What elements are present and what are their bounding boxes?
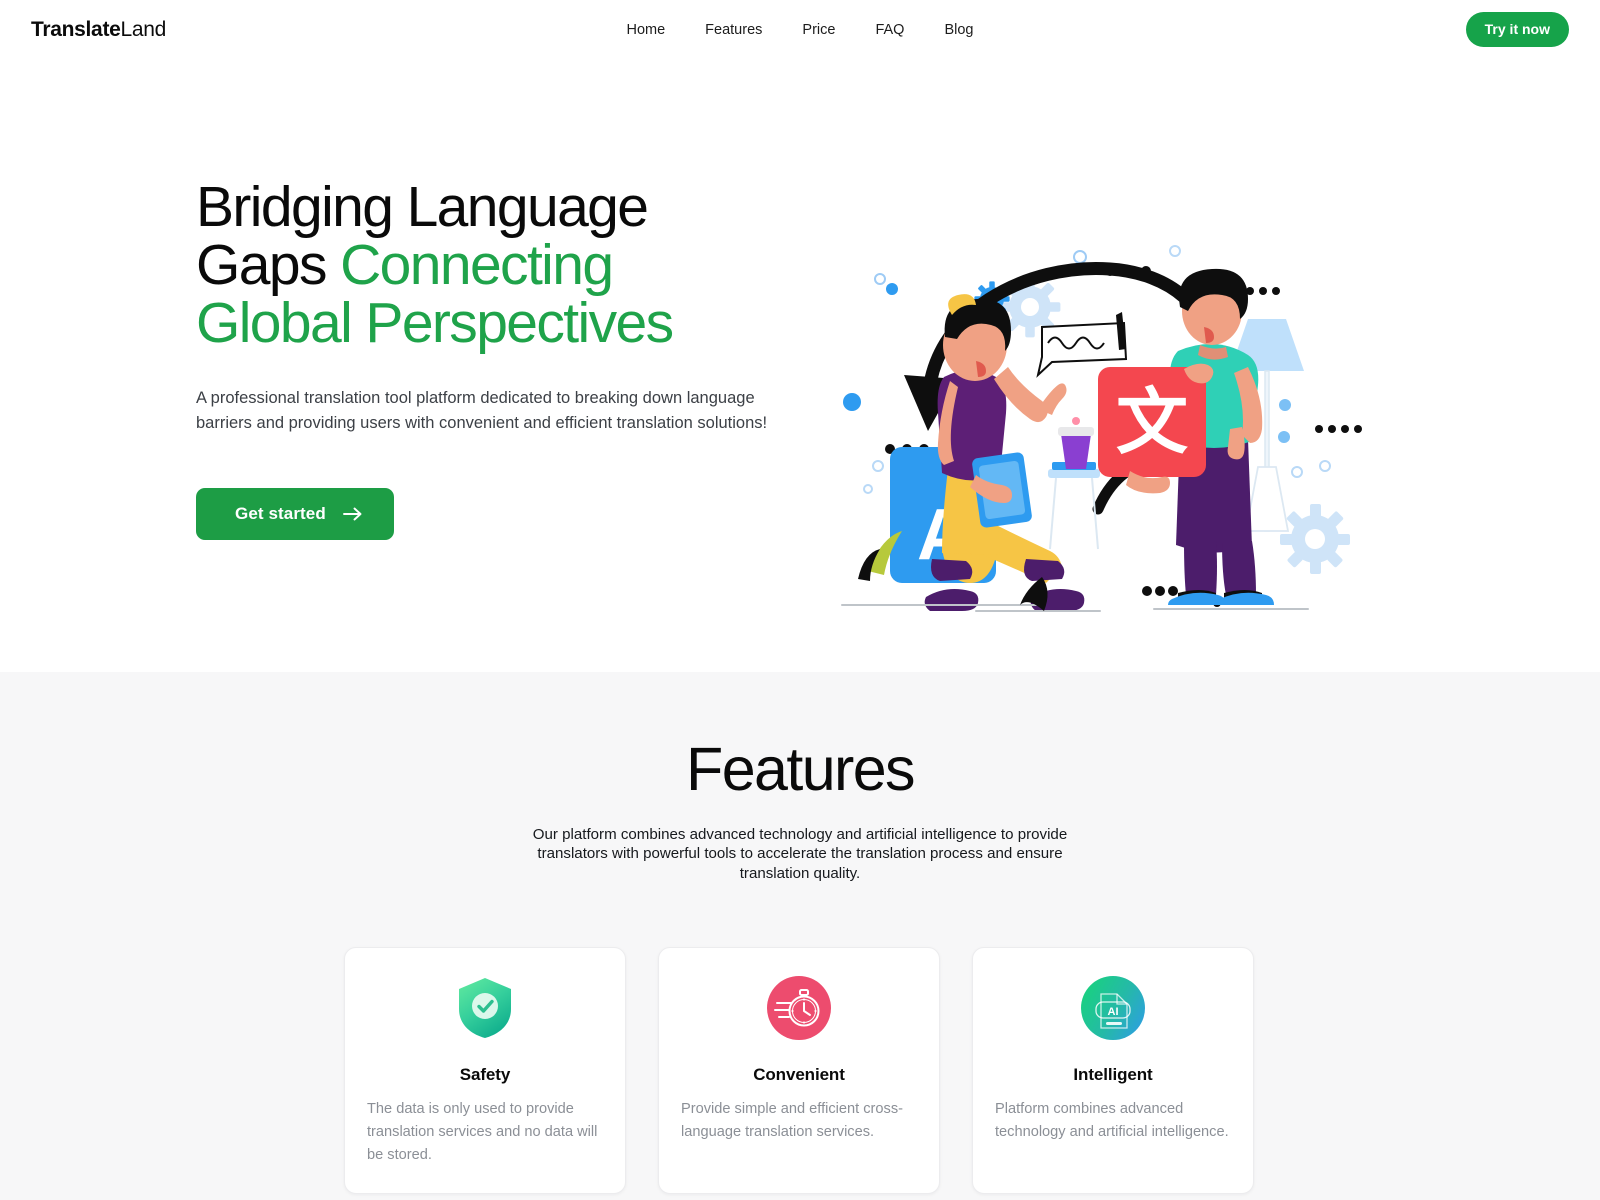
feature-icon-wrap: AI: [993, 975, 1233, 1045]
hero-illustration: A: [780, 219, 1370, 612]
arrow-right-icon: [342, 506, 363, 522]
ai-document-icon: AI: [1081, 975, 1145, 1045]
main-navigation: Home Features Price FAQ Blog: [0, 0, 1600, 59]
logo-text-strong: Translate: [31, 17, 121, 41]
hero-section: Bridging Language Gaps Connecting Global…: [0, 59, 1600, 672]
hanzi-block: 文: [1098, 367, 1206, 477]
feature-title-safety: Safety: [459, 1064, 511, 1084]
get-started-button[interactable]: Get started: [196, 488, 394, 541]
site-header: TranslateLand Home Features Price FAQ Bl…: [0, 0, 1600, 59]
nav-item-faq[interactable]: FAQ: [875, 22, 904, 38]
features-heading: Features: [686, 735, 916, 803]
try-it-now-button[interactable]: Try it now: [1465, 12, 1569, 47]
hero-title-line2-accent: Connecting: [340, 233, 614, 297]
feature-card-safety[interactable]: Safety The data is only used to provide …: [344, 946, 626, 1194]
feature-text-safety: The data is only used to provide transla…: [367, 1100, 598, 1163]
feature-card-convenient[interactable]: Convenient Provide simple and efficient …: [658, 946, 940, 1194]
site-logo[interactable]: TranslateLand: [31, 18, 166, 42]
feature-icon-wrap: [679, 975, 919, 1045]
nav-item-blog[interactable]: Blog: [944, 22, 973, 38]
ai-icon-label: AI: [1108, 1006, 1119, 1018]
get-started-label: Get started: [235, 504, 326, 524]
hero-copy: Bridging Language Gaps Connecting Global…: [196, 59, 796, 541]
hero-title: Bridging Language Gaps Connecting Global…: [196, 178, 796, 352]
hero-title-line1: Bridging Language: [196, 175, 649, 239]
hero-title-line2-black: Gaps: [196, 233, 341, 297]
hero-title-line3-accent: Global Perspectives: [196, 291, 674, 355]
feature-text-convenient: Provide simple and efficient cross-langu…: [681, 1100, 903, 1140]
features-section: Features Our platform combines advanced …: [0, 672, 1600, 1200]
nav-item-features[interactable]: Features: [705, 22, 762, 38]
feature-title-convenient: Convenient: [753, 1064, 845, 1084]
shield-check-icon: [455, 976, 515, 1045]
hero-subtitle: A professional translation tool platform…: [196, 389, 768, 432]
nav-item-home[interactable]: Home: [626, 22, 665, 38]
feature-title-intelligent: Intelligent: [1073, 1064, 1153, 1084]
features-subtitle: Our platform combines advanced technolog…: [532, 825, 1068, 883]
nav-item-price[interactable]: Price: [802, 22, 835, 38]
stopwatch-icon: [767, 975, 831, 1045]
feature-icon-wrap: [365, 976, 605, 1045]
feature-card-grid: Safety The data is only used to provide …: [344, 946, 1256, 1194]
svg-text:文: 文: [1116, 383, 1188, 463]
hero-illustration-svg: A: [780, 219, 1370, 612]
feature-card-intelligent[interactable]: AI Intelligent Platform combines advance…: [972, 946, 1254, 1194]
feature-text-intelligent: Platform combines advanced technology an…: [995, 1100, 1229, 1140]
logo-text-light: Land: [120, 17, 167, 41]
